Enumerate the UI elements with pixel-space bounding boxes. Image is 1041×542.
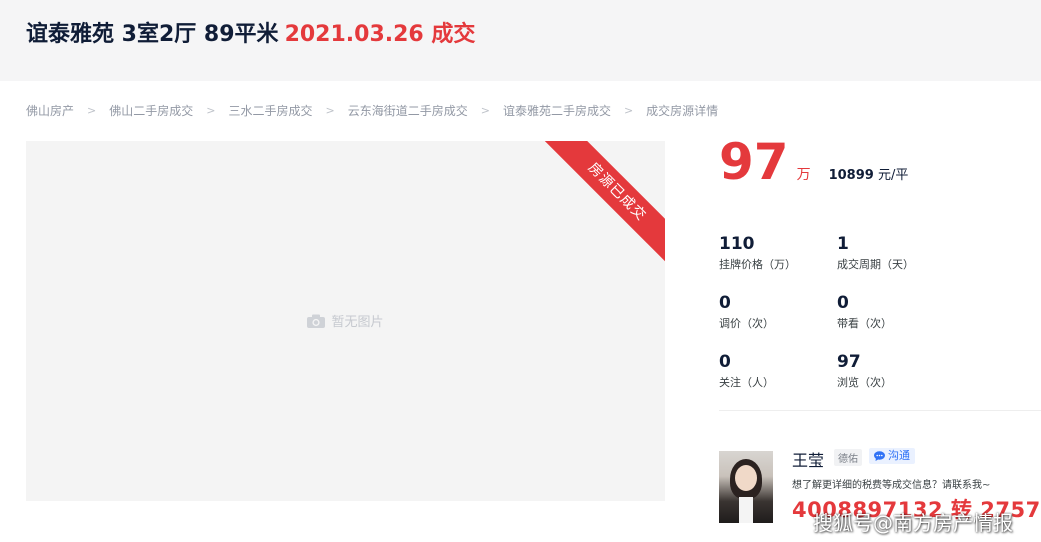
- breadcrumb-current: 成交房源详情: [646, 104, 719, 118]
- breadcrumb-foshan-deals[interactable]: 佛山二手房成交: [109, 102, 193, 119]
- listing-title: 谊泰雅苑 3室2厅 89平米: [26, 22, 279, 47]
- stat-value: 0: [837, 293, 849, 313]
- watermark: 搜狐号@南方房产情报: [813, 511, 1013, 535]
- sold-ribbon: 房源已成交: [535, 141, 665, 274]
- breadcrumb-community-deals[interactable]: 谊泰雅苑二手房成交: [503, 102, 611, 119]
- chat-button-label: 沟通: [888, 449, 910, 462]
- total-price-unit: 万: [796, 167, 811, 183]
- agent-description: 想了解更详细的税费等成交信息？请联系我~: [792, 480, 991, 491]
- stat-value: 0: [719, 352, 731, 372]
- no-photo-placeholder: 暂无图片: [26, 311, 665, 330]
- chevron-right-icon: >: [206, 104, 216, 117]
- stat-label: 浏览（次）: [837, 376, 892, 389]
- stat-price-adjust: 0 调价（次）: [719, 293, 829, 331]
- agent-avatar[interactable]: [719, 451, 773, 523]
- price-row: 97 万 10899 元/平: [719, 132, 908, 192]
- stat-label: 关注（人）: [719, 376, 774, 389]
- agent-company-badge: 德佑: [834, 449, 862, 466]
- divider: [719, 410, 1041, 411]
- stat-deal-cycle: 1 成交周期（天）: [837, 234, 947, 272]
- stat-value: 1: [837, 234, 849, 254]
- stat-followers: 0 关注（人）: [719, 352, 829, 390]
- no-photo-text: 暂无图片: [331, 315, 384, 330]
- chevron-right-icon: >: [623, 104, 634, 117]
- stat-value: 97: [837, 352, 861, 372]
- stat-value: 110: [719, 234, 755, 254]
- avatar-face: [735, 465, 757, 491]
- camera-icon: [307, 314, 326, 328]
- listing-photo: 暂无图片 房源已成交: [26, 141, 665, 501]
- stat-viewings: 0 带看（次）: [837, 293, 947, 331]
- agent-name[interactable]: 王莹: [792, 447, 824, 471]
- unit-price: 10899 元/平: [829, 164, 909, 183]
- avatar-shirt: [739, 497, 753, 523]
- chat-button[interactable]: 沟通: [869, 448, 915, 464]
- total-price: 97: [719, 133, 789, 191]
- stat-label: 带看（次）: [837, 317, 892, 330]
- stat-label: 挂牌价格（万）: [719, 258, 796, 271]
- chevron-right-icon: >: [325, 104, 335, 117]
- unit-price-unit: 元/平: [877, 168, 909, 183]
- chevron-right-icon: >: [87, 104, 97, 117]
- stat-listing-price: 110 挂牌价格（万）: [719, 234, 829, 272]
- title-bar: 谊泰雅苑 3室2厅 89平米 2021.03.26 成交: [0, 0, 1041, 81]
- breadcrumb-yundonghai-deals[interactable]: 云东海街道二手房成交: [348, 102, 468, 119]
- deal-date: 2021.03.26 成交: [284, 22, 476, 47]
- chevron-right-icon: >: [480, 104, 490, 117]
- breadcrumb-foshan-realestate[interactable]: 佛山房产: [26, 102, 74, 119]
- stat-label: 调价（次）: [719, 317, 774, 330]
- breadcrumb: 佛山房产 > 佛山二手房成交 > 三水二手房成交 > 云东海街道二手房成交 > …: [26, 102, 718, 119]
- breadcrumb-sanshui-deals[interactable]: 三水二手房成交: [228, 102, 312, 119]
- chat-bubble-icon: [874, 451, 885, 461]
- stat-page-views: 97 浏览（次）: [837, 352, 947, 390]
- stat-value: 0: [719, 293, 731, 313]
- stat-label: 成交周期（天）: [837, 258, 914, 271]
- page-title: 谊泰雅苑 3室2厅 89平米 2021.03.26 成交: [26, 16, 475, 48]
- unit-price-value: 10899: [828, 168, 874, 183]
